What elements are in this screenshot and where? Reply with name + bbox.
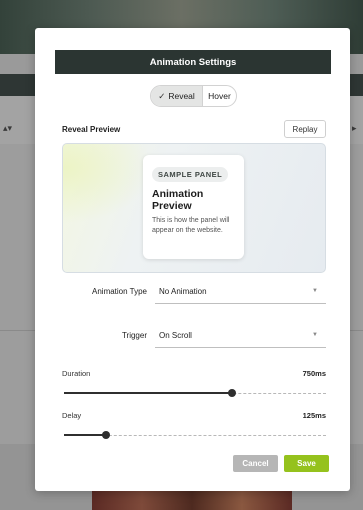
sample-panel-title: Animation Preview xyxy=(152,188,235,212)
sample-panel-description: This is how the panel will appear on the… xyxy=(152,217,230,234)
animation-type-select[interactable]: No Animation ▼ xyxy=(155,279,326,304)
preview-glow xyxy=(63,144,153,224)
background-image xyxy=(92,490,292,510)
chevron-down-icon: ▼ xyxy=(312,332,318,338)
background-toolbar-icon: ▸ xyxy=(352,124,357,134)
cancel-button[interactable]: Cancel xyxy=(233,455,278,472)
sample-panel-title-line2: Preview xyxy=(152,200,192,212)
delay-label: Delay xyxy=(62,411,82,420)
preview-area: SAMPLE PANEL Animation Preview This is h… xyxy=(62,143,326,273)
tab-hover[interactable]: Hover xyxy=(203,86,236,106)
trigger-select[interactable]: On Scroll ▼ xyxy=(155,323,326,348)
duration-slider-thumb[interactable] xyxy=(227,389,236,397)
duration-label: Duration xyxy=(62,369,91,378)
sample-panel-card: SAMPLE PANEL Animation Preview This is h… xyxy=(143,155,244,259)
duration-slider-fill xyxy=(64,392,232,394)
tab-reveal[interactable]: ✓ Reveal xyxy=(151,86,203,106)
modal-title: Animation Settings xyxy=(55,50,331,74)
sample-panel-title-line1: Animation xyxy=(152,188,204,200)
animation-type-value: No Animation xyxy=(159,286,207,296)
animation-type-label: Animation Type xyxy=(92,287,147,296)
mode-toggle: ✓ Reveal Hover xyxy=(150,85,237,107)
trigger-label: Trigger xyxy=(121,331,147,340)
delay-slider-thumb[interactable] xyxy=(101,431,110,439)
duration-slider[interactable] xyxy=(64,389,326,397)
save-button[interactable]: Save xyxy=(284,455,329,472)
delay-slider-fill xyxy=(64,434,106,436)
check-icon: ✓ xyxy=(158,90,166,101)
trigger-value: On Scroll xyxy=(159,330,192,340)
tab-reveal-label: Reveal xyxy=(168,91,195,101)
delay-slider[interactable] xyxy=(64,431,326,439)
duration-value: 750ms xyxy=(302,369,326,378)
delay-value: 125ms xyxy=(302,411,326,420)
animation-settings-modal: Animation Settings ✓ Reveal Hover Reveal… xyxy=(35,28,350,491)
sample-panel-badge: SAMPLE PANEL xyxy=(152,167,229,182)
tab-hover-label: Hover xyxy=(208,91,231,101)
background-toolbar-icon: ▴▾ xyxy=(3,124,13,134)
chevron-down-icon: ▼ xyxy=(312,288,318,294)
replay-button[interactable]: Replay xyxy=(284,120,326,138)
reveal-preview-heading: Reveal Preview xyxy=(62,125,121,134)
